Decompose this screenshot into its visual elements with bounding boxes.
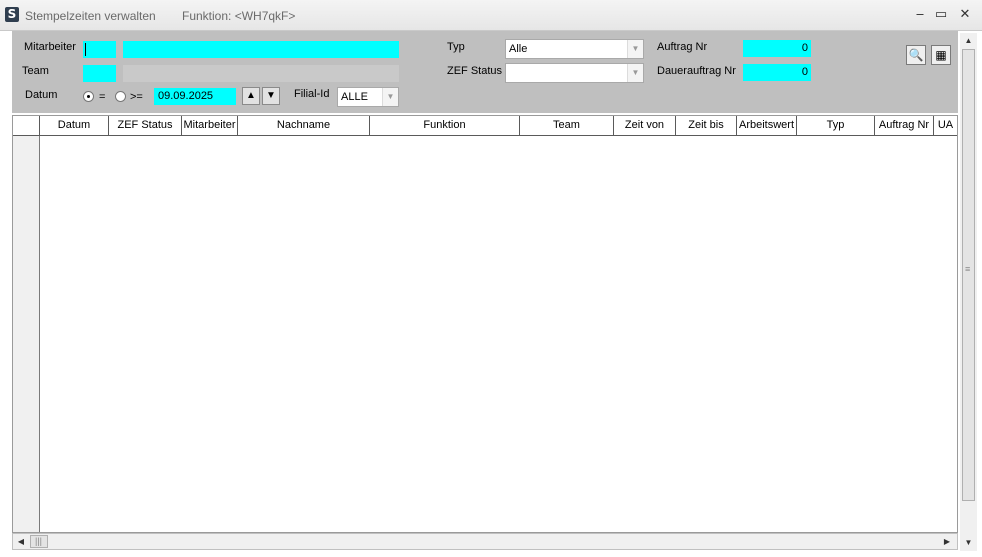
app-logo-icon: S [5,7,19,22]
typ-select[interactable]: Alle ▼ [505,39,644,59]
column-header[interactable]: Zeit von [614,116,676,135]
dauerauftrag-nr-field[interactable]: 0 [743,64,811,81]
grid-header: Datum ZEF Status Mitarbeiter Nachname Fu… [13,116,957,136]
window-title: Stempelzeiten verwalten [25,9,156,23]
row-selector-column [13,136,40,532]
scroll-right-icon[interactable]: ▶ [939,534,955,549]
row-selector-header [13,116,40,135]
maximize-icon[interactable]: ▭ [931,6,951,24]
horizontal-scrollbar[interactable]: ◀ ||| ▶ [12,533,958,550]
filial-select[interactable]: ALLE ▼ [337,87,399,107]
calculator-icon[interactable]: ▦ [931,45,951,65]
column-header[interactable]: ZEF Status [109,116,182,135]
function-label: Funktion: <WH7qkF> [182,9,296,23]
column-header[interactable]: Zeit bis [676,116,737,135]
column-header[interactable]: Mitarbeiter [182,116,238,135]
filial-value: ALLE [341,91,368,103]
dauerauftrag-nr-label: Dauerauftrag Nr [657,65,736,77]
column-header[interactable]: Datum [40,116,109,135]
column-header[interactable]: Arbeitswert [737,116,797,135]
vertical-scrollbar[interactable]: ▲ ≡ ▼ [960,33,977,551]
column-header[interactable]: UA [934,116,957,135]
radio-equal-label: = [99,91,106,103]
auftrag-nr-field[interactable]: 0 [743,40,811,57]
mitarbeiter-label: Mitarbeiter [24,41,76,53]
column-header[interactable]: Auftrag Nr [875,116,934,135]
mitarbeiter-id-field[interactable] [83,41,116,58]
filter-panel: Mitarbeiter Team Datum = >= 09.09.2025 ▲… [12,31,958,113]
date-down-icon[interactable]: ▼ [262,87,280,105]
date-field[interactable]: 09.09.2025 [154,88,236,105]
zef-status-select[interactable]: ▼ [505,63,644,83]
filial-label: Filial-Id [294,88,330,100]
mitarbeiter-name-field[interactable] [123,41,399,58]
chevron-down-icon[interactable]: ▼ [382,88,398,106]
title-bar: S Stempelzeiten verwalten Funktion: <WH7… [0,0,982,31]
column-header[interactable]: Typ [797,116,875,135]
column-header[interactable]: Team [520,116,614,135]
close-icon[interactable]: ✕ [955,6,975,24]
column-header[interactable]: Nachname [238,116,370,135]
grip-icon: ≡ [965,264,971,274]
text-cursor [85,43,86,56]
zef-status-label: ZEF Status [447,65,503,77]
team-label: Team [22,65,49,77]
minimize-icon[interactable]: ‒ [910,6,930,24]
stempelzeiten-grid: Datum ZEF Status Mitarbeiter Nachname Fu… [12,115,958,533]
scroll-left-icon[interactable]: ◀ [13,534,29,549]
chevron-down-icon[interactable]: ▼ [627,40,643,58]
chevron-down-icon[interactable]: ▼ [627,64,643,82]
team-name-field [123,65,399,82]
radio-greater-equal-label: >= [130,91,143,103]
column-header[interactable]: Funktion [370,116,520,135]
horizontal-scroll-thumb[interactable]: ||| [30,535,48,548]
radio-equal[interactable] [83,91,94,102]
team-id-field[interactable] [83,65,116,82]
typ-value: Alle [509,43,528,55]
radio-greater-equal[interactable] [115,91,126,102]
typ-label: Typ [447,41,465,53]
grip-icon: ||| [35,536,43,546]
auftrag-nr-label: Auftrag Nr [657,41,708,53]
vertical-scroll-thumb[interactable]: ≡ [962,49,975,501]
scroll-up-icon[interactable]: ▲ [960,33,977,49]
scroll-down-icon[interactable]: ▼ [960,535,977,551]
date-up-icon[interactable]: ▲ [242,87,260,105]
datum-label: Datum [25,89,58,101]
search-magnifier-icon[interactable]: 🔍 [906,45,926,65]
